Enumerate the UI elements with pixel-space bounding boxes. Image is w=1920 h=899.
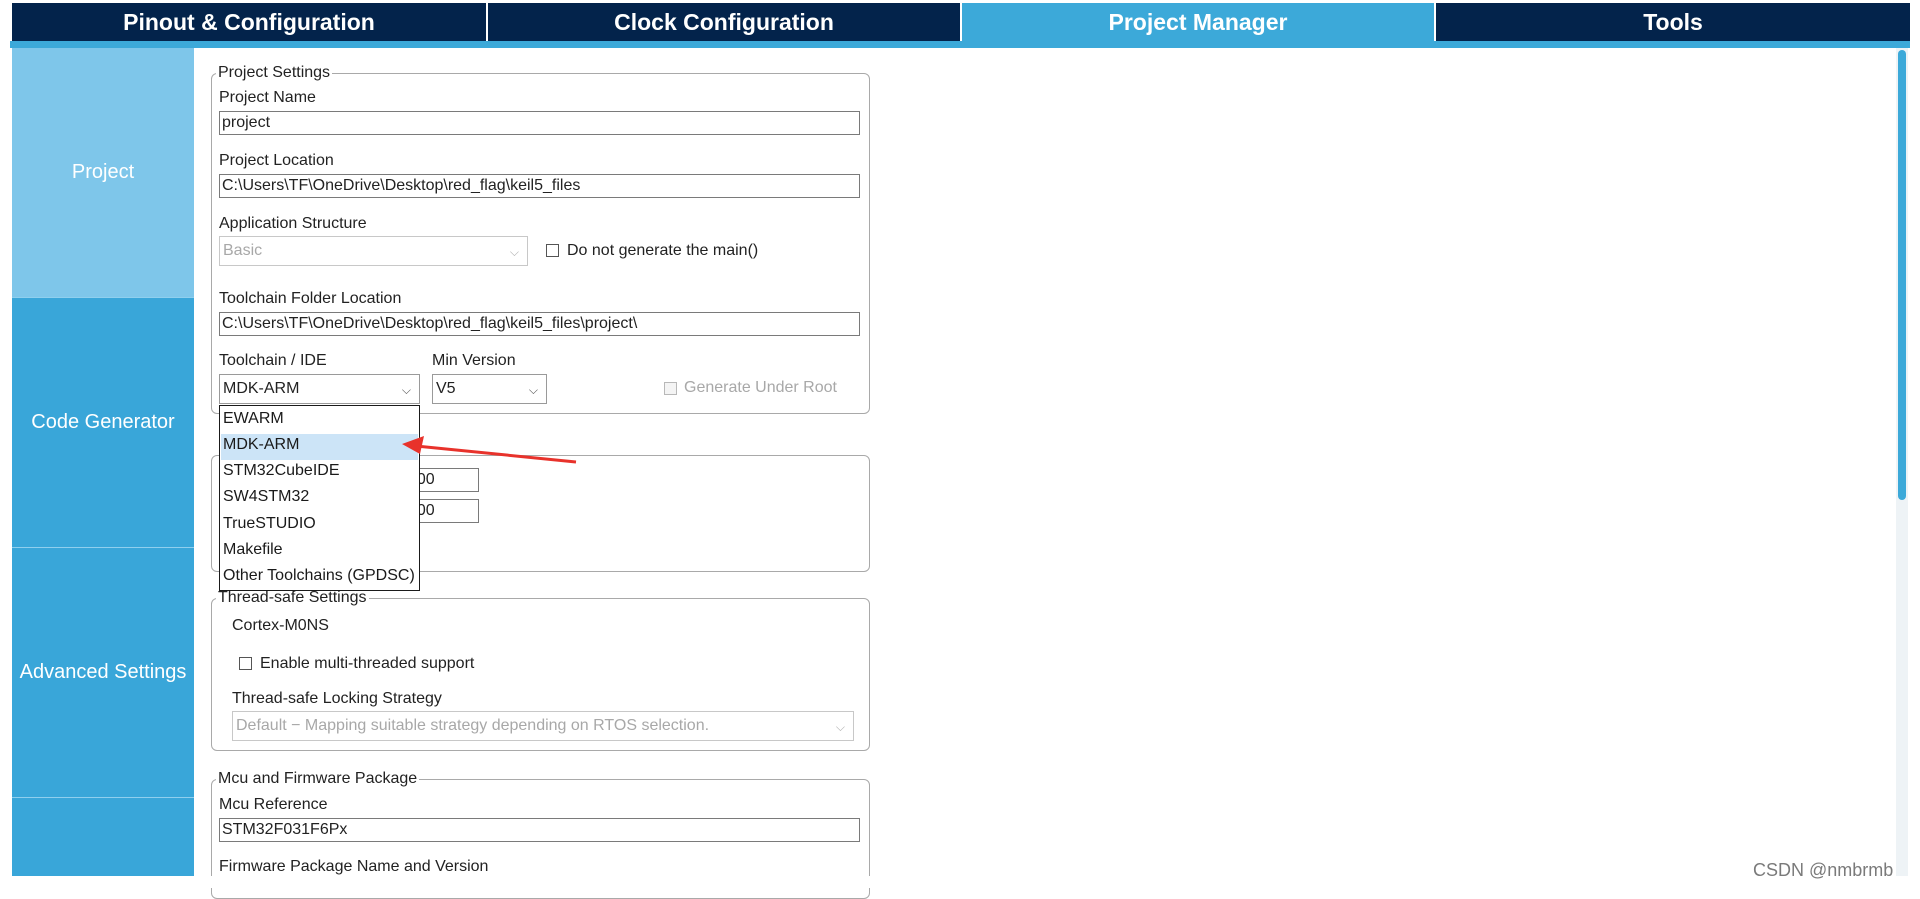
annotation-arrow [402, 436, 577, 464]
watermark: CSDN @nmbrmb [1753, 860, 1894, 880]
